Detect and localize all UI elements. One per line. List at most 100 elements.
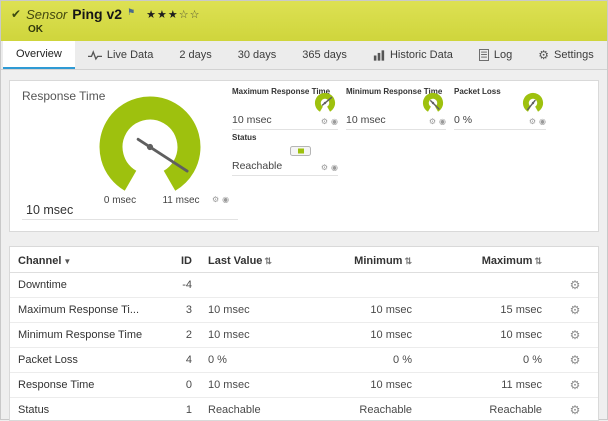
sort-icon: ⇅ bbox=[534, 256, 542, 266]
sort-icon: ⇅ bbox=[264, 256, 272, 266]
pin-icon[interactable]: ◉ bbox=[331, 164, 338, 172]
cell-last-value: Reachable bbox=[200, 398, 300, 421]
stars-filled[interactable]: ★★★ bbox=[146, 9, 179, 21]
mini-gauge-maximum-response-time: Maximum Response Time 10 msec ⚙ ◉ bbox=[232, 87, 338, 133]
cell-maximum: Reachable bbox=[420, 398, 550, 421]
cell-minimum bbox=[300, 273, 420, 298]
table-row[interactable]: Packet Loss 4 0 % 0 % 0 % ⚙ bbox=[10, 348, 599, 373]
channel-settings-icon[interactable]: ⚙ bbox=[550, 298, 599, 323]
table-row[interactable]: Downtime -4 ⚙ bbox=[10, 273, 599, 298]
channel-settings-icon[interactable]: ⚙ bbox=[550, 398, 599, 421]
column-header-last-value[interactable]: Last Value⇅ bbox=[200, 247, 300, 273]
cell-channel: Response Time bbox=[10, 373, 158, 398]
cell-maximum: 0 % bbox=[420, 348, 550, 373]
channel-settings-icon[interactable]: ⚙ bbox=[550, 348, 599, 373]
tab-365-days[interactable]: 365 days bbox=[289, 41, 360, 69]
minimum-response-time-gauge bbox=[420, 90, 446, 116]
channel-settings-icon[interactable]: ⚙ bbox=[212, 196, 219, 204]
cell-channel: Minimum Response Time bbox=[10, 323, 158, 348]
overview-panel: Response Time 0 msec 11 msec ⚙ ◉ 10 msec… bbox=[9, 80, 599, 232]
sensor-header: ✔ Sensor Ping v2 ⚑ ★★★☆☆ OK bbox=[1, 1, 607, 41]
cell-id: 0 bbox=[158, 373, 200, 398]
cell-minimum: Reachable bbox=[300, 398, 420, 421]
column-header-maximum[interactable]: Maximum⇅ bbox=[420, 247, 550, 273]
pin-icon[interactable]: ◉ bbox=[539, 118, 546, 126]
cell-maximum: 11 msec bbox=[420, 373, 550, 398]
tab-overview[interactable]: Overview bbox=[3, 41, 75, 69]
cell-channel: Packet Loss bbox=[10, 348, 158, 373]
status-channel-block: Status Reachable ⚙ ◉ bbox=[232, 133, 338, 179]
cell-minimum: 10 msec bbox=[300, 373, 420, 398]
priority-stars[interactable]: ★★★☆☆ bbox=[146, 8, 200, 21]
tab-historic-data-label: Historic Data bbox=[390, 49, 453, 61]
gauge-scale-max-label: 11 msec bbox=[156, 195, 206, 206]
pin-icon[interactable]: ◉ bbox=[222, 196, 229, 204]
channel-settings-icon[interactable]: ⚙ bbox=[529, 118, 536, 126]
channel-settings-icon[interactable]: ⚙ bbox=[550, 323, 599, 348]
sort-icon: ⇅ bbox=[404, 256, 412, 266]
table-header-row: Channel▼ ID Last Value⇅ Minimum⇅ Maximum… bbox=[10, 247, 599, 273]
cell-maximum bbox=[420, 273, 550, 298]
tab-log-label: Log bbox=[494, 49, 512, 61]
cell-channel: Status bbox=[10, 398, 158, 421]
cell-last-value: 10 msec bbox=[200, 298, 300, 323]
column-header-channel[interactable]: Channel▼ bbox=[10, 247, 158, 273]
mini-gauge-value: 0 % bbox=[454, 114, 472, 126]
mini-gauge-value: 10 msec bbox=[346, 114, 386, 126]
table-row[interactable]: Minimum Response Time 2 10 msec 10 msec … bbox=[10, 323, 599, 348]
channel-settings-icon[interactable]: ⚙ bbox=[429, 118, 436, 126]
table-row[interactable]: Response Time 0 10 msec 10 msec 11 msec … bbox=[10, 373, 599, 398]
cell-id: 2 bbox=[158, 323, 200, 348]
mini-gauge-packet-loss: Packet Loss 0 % ⚙ ◉ bbox=[454, 87, 546, 133]
cell-id: 1 bbox=[158, 398, 200, 421]
column-header-id[interactable]: ID bbox=[158, 247, 200, 273]
response-time-value: 10 msec bbox=[26, 203, 73, 217]
tab-log[interactable]: Log bbox=[466, 41, 525, 69]
tab-settings[interactable]: ⚙ Settings bbox=[525, 41, 607, 69]
priority-flag-icon[interactable]: ⚑ bbox=[127, 6, 135, 19]
packet-loss-gauge bbox=[520, 90, 546, 116]
tab-30-days[interactable]: 30 days bbox=[225, 41, 290, 69]
pin-icon[interactable]: ◉ bbox=[331, 118, 338, 126]
sensor-title: Ping v2 bbox=[72, 6, 122, 22]
tab-30-days-label: 30 days bbox=[238, 49, 277, 61]
status-channel-value: Reachable bbox=[232, 160, 282, 172]
table-row[interactable]: Maximum Response Ti... 3 10 msec 10 msec… bbox=[10, 298, 599, 323]
tab-settings-label: Settings bbox=[554, 49, 594, 61]
column-header-channel-label: Channel bbox=[18, 255, 61, 267]
cell-minimum: 0 % bbox=[300, 348, 420, 373]
table-row[interactable]: Status 1 Reachable Reachable Reachable ⚙ bbox=[10, 398, 599, 421]
settings-gear-icon: ⚙ bbox=[538, 49, 549, 61]
channel-settings-icon[interactable]: ⚙ bbox=[321, 164, 328, 172]
cell-id: -4 bbox=[158, 273, 200, 298]
cell-channel: Maximum Response Ti... bbox=[10, 298, 158, 323]
cell-maximum: 10 msec bbox=[420, 323, 550, 348]
live-data-icon bbox=[88, 50, 102, 61]
tab-historic-data[interactable]: Historic Data bbox=[360, 41, 466, 69]
cell-last-value: 10 msec bbox=[200, 323, 300, 348]
status-indicator-icon bbox=[290, 145, 312, 157]
cell-maximum: 15 msec bbox=[420, 298, 550, 323]
tab-2-days[interactable]: 2 days bbox=[166, 41, 224, 69]
channel-table: Channel▼ ID Last Value⇅ Minimum⇅ Maximum… bbox=[10, 247, 599, 421]
maximum-response-time-gauge bbox=[312, 90, 338, 116]
cell-minimum: 10 msec bbox=[300, 323, 420, 348]
channel-settings-icon[interactable]: ⚙ bbox=[550, 273, 599, 298]
column-header-id-label: ID bbox=[181, 255, 192, 267]
mini-gauge-value: 10 msec bbox=[232, 114, 272, 126]
cell-last-value: 10 msec bbox=[200, 373, 300, 398]
divider bbox=[22, 219, 238, 220]
tab-live-data[interactable]: Live Data bbox=[75, 41, 166, 69]
column-header-last-value-label: Last Value bbox=[208, 255, 262, 267]
channel-settings-icon[interactable]: ⚙ bbox=[321, 118, 328, 126]
tab-2-days-label: 2 days bbox=[179, 49, 211, 61]
object-kind-label: Sensor bbox=[26, 7, 67, 22]
pin-icon[interactable]: ◉ bbox=[439, 118, 446, 126]
status-channel-title: Status bbox=[232, 133, 338, 142]
column-header-minimum[interactable]: Minimum⇅ bbox=[300, 247, 420, 273]
mini-gauge-minimum-response-time: Minimum Response Time 10 msec ⚙ ◉ bbox=[346, 87, 446, 133]
stars-empty[interactable]: ☆☆ bbox=[179, 9, 201, 21]
channel-settings-icon[interactable]: ⚙ bbox=[550, 373, 599, 398]
tab-live-data-label: Live Data bbox=[107, 49, 153, 61]
sensor-status-text: OK bbox=[28, 24, 597, 35]
